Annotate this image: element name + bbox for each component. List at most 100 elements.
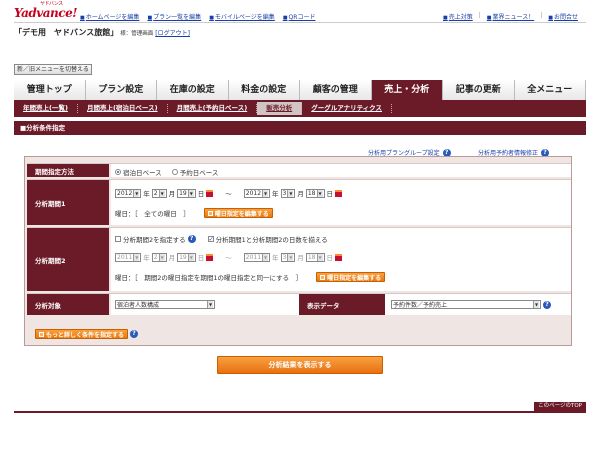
tab-sales-analysis[interactable]: 売上・分析 xyxy=(371,80,443,100)
box-icon xyxy=(320,274,326,280)
year-unit: 年 xyxy=(272,190,279,198)
menu-switch-button[interactable]: 新／旧メニューを切替える xyxy=(14,64,92,75)
box-icon xyxy=(39,331,44,337)
link-edit-plan-list[interactable]: プラン一覧を編集 xyxy=(147,12,201,21)
align-days-label: 分析期間1と分析期間2の日数を揃える xyxy=(215,236,328,244)
show-results-button[interactable]: 分析結果を表示する xyxy=(217,356,383,374)
radio-stay-date[interactable] xyxy=(115,169,121,175)
chevron-down-icon: ▼ xyxy=(316,253,323,261)
chevron-down-icon: ▼ xyxy=(133,253,140,261)
calendar-icon[interactable] xyxy=(206,189,214,197)
tab-article-update[interactable]: 記事の更新 xyxy=(443,80,515,100)
link-qr-code[interactable]: QRコード xyxy=(283,12,316,21)
calendar-icon[interactable] xyxy=(206,253,214,261)
sub-nav: 年間売上(一覧) 月間売上(宿泊日ベース) 月間売上(予約日ベース) 販売分析 … xyxy=(14,100,586,117)
period2-from-day-select[interactable]: 19 ▼ xyxy=(177,252,196,262)
tab-price-settings[interactable]: 料金の設定 xyxy=(228,80,300,100)
period2-to-day-select[interactable]: 18 ▼ xyxy=(305,252,325,262)
section-title: ■分析条件指定 xyxy=(14,121,586,135)
analysis-conditions-panel: 期間指定方法 宿泊日ベース 予約日ベース 分析期間1 2012 ▼ 年 2 ▼ 月 19… xyxy=(24,156,572,346)
target-value: 宿泊者人数構成 ▼ 表示データ 予約件数／予約売上 ▼ ? xyxy=(111,294,571,315)
period2-row: 分析期間2 分析期間2を指定する ? ✓ 分析期間1と分析期間2の日数を揃える … xyxy=(27,227,571,291)
enable-period2-label: 分析期間2を指定する xyxy=(123,236,186,244)
subtab-annual-sales[interactable]: 年間売上(一覧) xyxy=(14,104,78,113)
more-conditions-button[interactable]: もっと詳しく条件を指定する xyxy=(35,329,129,339)
help-icon[interactable]: ? xyxy=(130,330,139,338)
subtab-monthly-reservation[interactable]: 月間売上(予約日ベース) xyxy=(168,104,258,113)
button-label: もっと詳しく条件を指定する xyxy=(46,331,125,339)
link-sales-measures[interactable]: 売上対策 xyxy=(443,12,473,21)
period1-to-month-select[interactable]: 3 ▼ xyxy=(280,188,296,198)
target-label: 分析対象 xyxy=(27,294,109,315)
help-icon[interactable]: ? xyxy=(187,235,196,243)
chevron-down-icon: ▼ xyxy=(262,253,269,261)
align-days-checkbox[interactable]: ✓ xyxy=(207,236,214,243)
radio-reservation-date[interactable] xyxy=(171,169,178,175)
period1-label: 分析期間1 xyxy=(27,180,109,225)
year-unit: 年 xyxy=(143,254,150,262)
page-top-link[interactable]: このページのTOP xyxy=(534,402,586,411)
period-method-value: 宿泊日ベース 予約日ベース xyxy=(111,164,571,177)
day-unit: 日 xyxy=(197,190,205,198)
display-data-select[interactable]: 予約件数／予約売上 ▼ xyxy=(391,300,541,309)
enable-period2-checkbox[interactable] xyxy=(115,236,121,242)
target-row: 分析対象 宿泊者人数構成 ▼ 表示データ 予約件数／予約売上 ▼ ? xyxy=(27,293,571,315)
selected-value: 2012 xyxy=(245,189,262,197)
top-links: ホームページを編集 プラン一覧を編集 モバイルページを編集 QRコード xyxy=(80,12,316,21)
link-contact[interactable]: お問合せ xyxy=(548,12,578,21)
period2-to-year-select[interactable]: 2011 ▼ xyxy=(243,252,271,262)
tab-customer-management[interactable]: 顧客の管理 xyxy=(300,80,372,100)
header-divider xyxy=(14,22,586,23)
hotel-name: 「デモ用 ヤドバンス旅館」 xyxy=(14,28,119,37)
subtab-sales-analysis[interactable]: 販売分析 xyxy=(257,102,303,115)
selected-value: 19 xyxy=(179,189,187,197)
period2-from-year-select[interactable]: 2011 ▼ xyxy=(115,252,142,262)
chevron-down-icon: ▼ xyxy=(187,253,194,261)
right-links: 売上対策 | 業界ニュース！ | お問合せ xyxy=(443,12,578,21)
selected-value: 2012 xyxy=(117,189,133,197)
period-method-label: 期間指定方法 xyxy=(27,164,109,177)
button-label: 曜日指定を編集する xyxy=(327,274,382,282)
period1-to-year-select[interactable]: 2012 ▼ xyxy=(243,188,271,198)
calendar-icon[interactable] xyxy=(335,253,342,261)
period2-value: 分析期間2を指定する ? ✓ 分析期間1と分析期間2の日数を揃える 2011 ▼ 年… xyxy=(111,228,571,291)
period2-to-month-select[interactable]: 3 ▼ xyxy=(280,252,296,262)
period1-edit-weekday-button[interactable]: 曜日指定を編集する xyxy=(203,208,273,218)
separator: | xyxy=(540,12,543,19)
link-edit-homepage[interactable]: ホームページを編集 xyxy=(80,12,140,21)
period1-from-year-select[interactable]: 2012 ▼ xyxy=(115,188,142,198)
radio-stay-date-label: 宿泊日ベース xyxy=(123,169,162,177)
selected-value: 19 xyxy=(179,253,187,261)
yadvance-logo[interactable]: ヤドバンス Yadvance! xyxy=(14,1,77,20)
tab-inventory-settings[interactable]: 在庫の設定 xyxy=(157,80,229,100)
year-unit: 年 xyxy=(272,254,279,262)
period1-value: 2012 ▼ 年 2 ▼ 月 19 ▼ 日 〜 2012 ▼ 年 3 ▼ 月 18 ▼ 日 曜日：［ 全… xyxy=(111,180,571,225)
subtab-google-analytics[interactable]: グーグルアナリティクス xyxy=(302,104,392,113)
logout-link[interactable]: [ログアウト] xyxy=(155,28,190,37)
tab-admin-top[interactable]: 管理トップ xyxy=(14,80,86,100)
tab-plan-settings[interactable]: プラン設定 xyxy=(85,80,157,100)
selected-value: 予約件数／予約売上 xyxy=(393,302,448,309)
help-icon[interactable]: ? xyxy=(543,300,551,309)
period1-from-month-select[interactable]: 2 ▼ xyxy=(151,188,167,198)
analysis-target-select[interactable]: 宿泊者人数構成 ▼ xyxy=(115,300,215,309)
chevron-down-icon: ▼ xyxy=(207,301,213,308)
period2-from-month-select[interactable]: 2 ▼ xyxy=(151,252,167,262)
month-unit: 月 xyxy=(297,254,304,262)
period1-to-day-select[interactable]: 18 ▼ xyxy=(305,188,325,198)
main-nav: 管理トップ プラン設定 在庫の設定 料金の設定 顧客の管理 売上・分析 記事の更… xyxy=(14,80,586,100)
month-unit: 月 xyxy=(168,254,176,262)
tab-all-menu[interactable]: 全メニュー xyxy=(514,80,586,100)
period2-label: 分析期間2 xyxy=(27,228,109,291)
link-edit-mobile-page[interactable]: モバイルページを編集 xyxy=(209,12,275,21)
period2-weekday-text: 曜日：［ 期間2の曜日指定を期間1の曜日指定と同一にする ］ xyxy=(115,274,303,282)
selected-value: 18 xyxy=(307,189,316,197)
calendar-icon[interactable] xyxy=(335,189,342,197)
day-unit: 日 xyxy=(326,254,334,262)
subtab-monthly-stay[interactable]: 月間売上(宿泊日ベース) xyxy=(78,104,168,113)
period1-from-day-select[interactable]: 19 ▼ xyxy=(177,188,196,198)
selected-value: 2011 xyxy=(245,253,262,261)
link-industry-news[interactable]: 業界ニュース！ xyxy=(487,12,535,21)
period2-edit-weekday-button[interactable]: 曜日指定を編集する xyxy=(316,272,386,282)
chevron-down-icon: ▼ xyxy=(133,189,140,197)
